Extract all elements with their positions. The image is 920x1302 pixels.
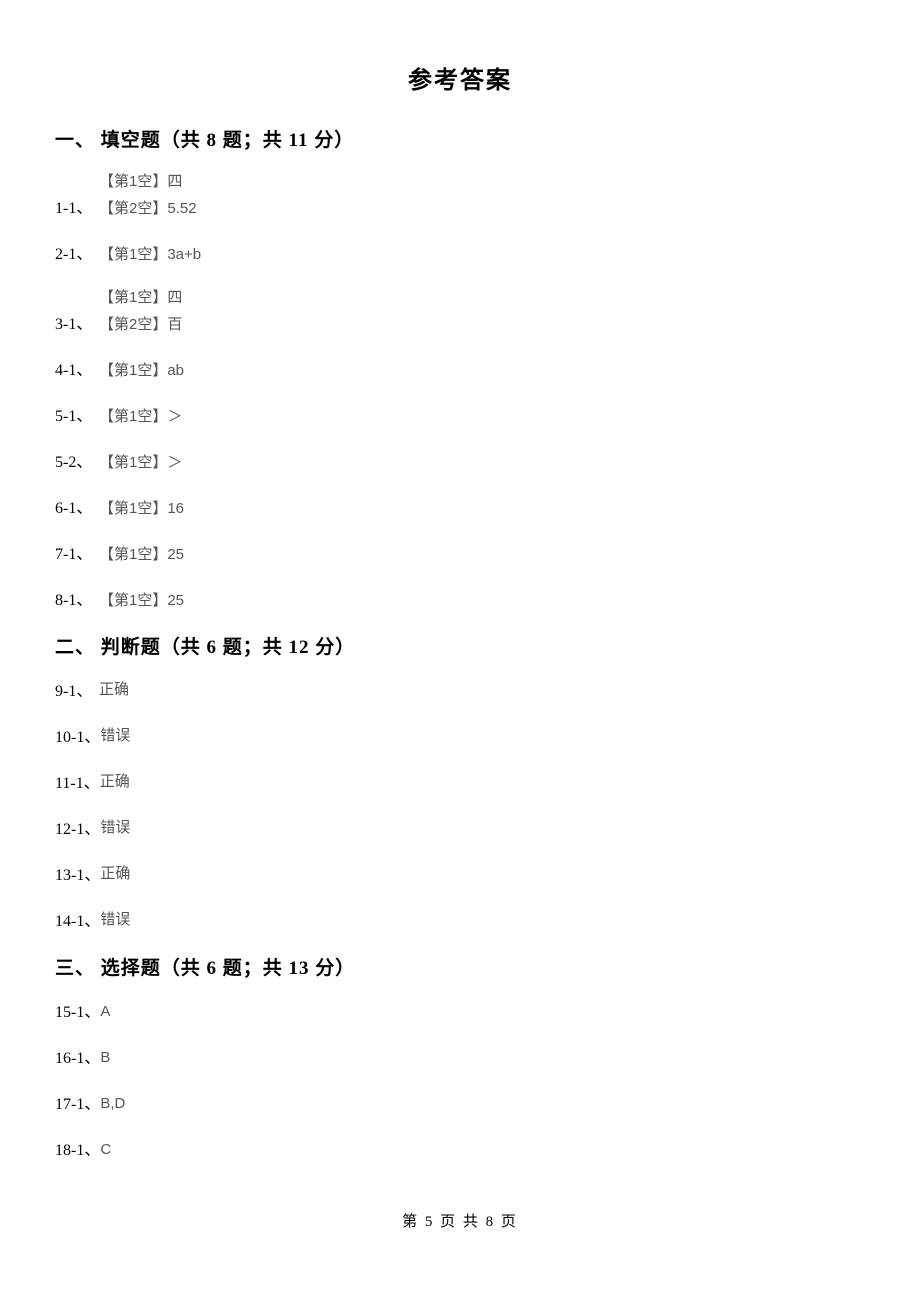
answer-blank: 【第1空】四 xyxy=(99,286,182,307)
answer-number: 10-1、 xyxy=(55,723,100,747)
section-heading-choice: 三、 选择题（共 6 题；共 13 分） xyxy=(55,953,865,980)
answer-value: 正确 xyxy=(100,862,130,885)
answer-item: 17-1、 B,D xyxy=(55,1090,865,1114)
answer-value: 正确 xyxy=(99,678,129,701)
answer-number: 3-1、 xyxy=(55,310,99,334)
answer-blank: 【第1空】3a+b xyxy=(99,243,201,264)
answer-value: 正确 xyxy=(100,770,130,793)
answer-number: 6-1、 xyxy=(55,494,99,518)
answer-number: 4-1、 xyxy=(55,356,99,380)
answer-number: 1-1、 xyxy=(55,194,99,218)
answer-item: 10-1、 错误 xyxy=(55,723,865,747)
answer-blank: 【第2空】百 xyxy=(99,313,182,334)
page-footer: 第 5 页 共 8 页 xyxy=(55,1210,865,1231)
answer-value: B,D xyxy=(100,1095,125,1114)
answer-blank: 【第2空】5.52 xyxy=(99,197,197,218)
answer-item: 2-1、 【第1空】3a+b xyxy=(55,240,865,264)
answer-blank: 【第1空】25 xyxy=(99,543,184,564)
answer-number: 5-2、 xyxy=(55,448,99,472)
answer-item: 5-1、 【第1空】＞ xyxy=(55,402,865,426)
answer-number: 8-1、 xyxy=(55,586,99,610)
page-title: 参考答案 xyxy=(55,60,865,95)
answer-blank: 【第1空】16 xyxy=(99,497,184,518)
answer-item: 1-1、 【第1空】四 【第2空】5.52 xyxy=(55,170,865,218)
answer-item: 8-1、 【第1空】25 xyxy=(55,586,865,610)
answer-blank: 【第1空】四 xyxy=(99,170,197,191)
answer-value: A xyxy=(100,1003,110,1022)
answer-blank: 【第1空】＞ xyxy=(99,405,182,426)
answer-item: 11-1、 正确 xyxy=(55,769,865,793)
answer-value: 错误 xyxy=(100,724,130,747)
answer-value: 错误 xyxy=(100,816,130,839)
section-heading-fill: 一、 填空题（共 8 题；共 11 分） xyxy=(55,125,865,152)
answer-value: B xyxy=(100,1049,110,1068)
document-page: 参考答案 一、 填空题（共 8 题；共 11 分） 1-1、 【第1空】四 【第… xyxy=(0,0,920,1261)
answer-item: 7-1、 【第1空】25 xyxy=(55,540,865,564)
answer-number: 9-1、 xyxy=(55,677,99,701)
answer-item: 18-1、 C xyxy=(55,1136,865,1160)
answer-number: 7-1、 xyxy=(55,540,99,564)
answer-blank: 【第1空】ab xyxy=(99,359,184,380)
answer-number: 12-1、 xyxy=(55,815,100,839)
section-heading-judge: 二、 判断题（共 6 题；共 12 分） xyxy=(55,632,865,659)
answer-item: 16-1、 B xyxy=(55,1044,865,1068)
answer-item: 9-1、 正确 xyxy=(55,677,865,701)
answer-value: C xyxy=(100,1141,111,1160)
answer-blank: 【第1空】25 xyxy=(99,589,184,610)
answer-item: 6-1、 【第1空】16 xyxy=(55,494,865,518)
answer-item: 4-1、 【第1空】ab xyxy=(55,356,865,380)
answer-number: 11-1、 xyxy=(55,769,100,793)
answer-item: 13-1、 正确 xyxy=(55,861,865,885)
answer-number: 17-1、 xyxy=(55,1090,100,1114)
answer-item: 5-2、 【第1空】＞ xyxy=(55,448,865,472)
answer-number: 15-1、 xyxy=(55,998,100,1022)
answer-number: 2-1、 xyxy=(55,240,99,264)
answer-item: 14-1、 错误 xyxy=(55,907,865,931)
answer-number: 14-1、 xyxy=(55,907,100,931)
answer-number: 13-1、 xyxy=(55,861,100,885)
answer-number: 16-1、 xyxy=(55,1044,100,1068)
answer-number: 18-1、 xyxy=(55,1136,100,1160)
answer-item: 12-1、 错误 xyxy=(55,815,865,839)
answer-value: 错误 xyxy=(100,908,130,931)
answer-number: 5-1、 xyxy=(55,402,99,426)
answer-item: 3-1、 【第1空】四 【第2空】百 xyxy=(55,286,865,334)
answer-blank: 【第1空】＞ xyxy=(99,451,182,472)
answer-item: 15-1、 A xyxy=(55,998,865,1022)
